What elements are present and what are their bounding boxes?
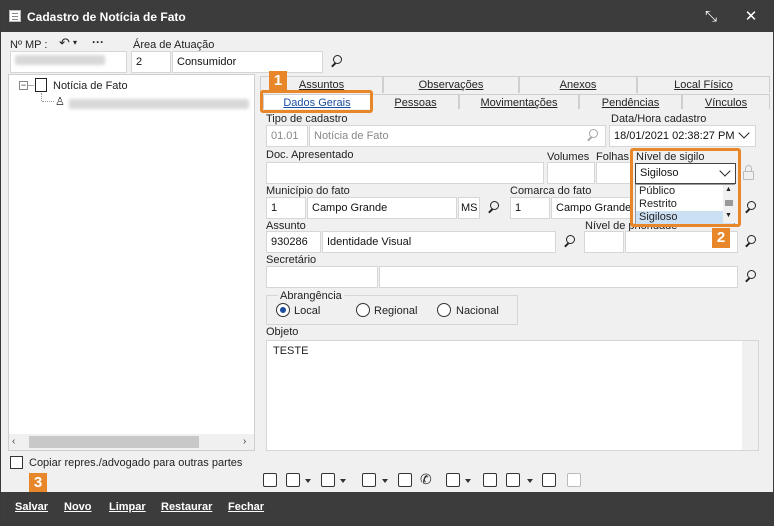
hierarchy-icon[interactable] <box>321 473 335 487</box>
copy-representative-checkbox[interactable] <box>10 456 23 469</box>
objeto-scrollbar[interactable] <box>742 341 758 450</box>
assunto-code[interactable]: 930286 <box>266 231 321 253</box>
copy-icon[interactable] <box>362 473 376 487</box>
search-icon[interactable] <box>485 200 501 216</box>
data-hora-field[interactable]: 18/01/2021 02:38:27 PM <box>609 125 756 147</box>
objeto-text: TESTE <box>273 345 309 357</box>
mp-label: Nº MP : <box>10 39 48 51</box>
tipo-cadastro-code: 01.01 <box>266 125 308 147</box>
area-label: Área de Atuação <box>133 39 215 51</box>
title-bar: Cadastro de Notícia de Fato ⤡ ✕ <box>1 1 773 32</box>
new-button[interactable]: Novo <box>64 501 92 513</box>
search-icon[interactable] <box>742 200 758 216</box>
prioridade-code[interactable] <box>584 231 624 253</box>
printer-icon[interactable] <box>483 473 497 487</box>
comarca-name[interactable]: Campo Grande <box>551 197 633 219</box>
objeto-label: Objeto <box>266 326 299 338</box>
tipo-cadastro-label: Tipo de cadastro <box>266 113 348 125</box>
person-icon: ♙ <box>55 96 65 108</box>
tree-panel: − Notícia de Fato ♙ <box>8 74 255 451</box>
step-badge-3: 3 <box>29 473 47 493</box>
search-icon[interactable] <box>328 54 344 70</box>
folhas-field[interactable] <box>596 162 631 184</box>
search-icon[interactable] <box>561 234 577 250</box>
chevron-down-icon[interactable] <box>382 479 388 483</box>
scroll-right-icon[interactable]: › <box>243 436 246 447</box>
radio-nacional-label: Nacional <box>456 305 499 317</box>
area-name-field[interactable]: Consumidor <box>172 51 323 73</box>
radio-regional[interactable] <box>356 303 370 317</box>
objeto-textarea[interactable]: TESTE <box>266 340 759 451</box>
comarca-code[interactable]: 1 <box>510 197 550 219</box>
assunto-name[interactable]: Identidade Visual <box>322 231 556 253</box>
radio-regional-label: Regional <box>374 305 418 317</box>
chevron-down-icon[interactable]: ▾ <box>73 38 77 47</box>
radio-nacional[interactable] <box>437 303 451 317</box>
close-button[interactable]: Fechar <box>228 501 264 513</box>
tab-anexos[interactable]: Anexos <box>519 76 637 93</box>
secretario-code[interactable] <box>266 266 378 288</box>
scroll-left-icon[interactable]: ‹ <box>12 436 15 447</box>
action-bar: Salvar Novo Limpar Restaurar Fechar <box>1 492 773 525</box>
secretario-label: Secretário <box>266 254 317 266</box>
municipio-code[interactable]: 1 <box>266 197 306 219</box>
copy-representative-label: Copiar repres./advogado para outras part… <box>29 457 243 469</box>
highlight-box-1 <box>260 90 373 113</box>
chevron-down-icon[interactable] <box>340 479 346 483</box>
mp-number-field[interactable] <box>10 51 127 73</box>
municipio-label: Município do fato <box>266 185 350 197</box>
tab-local-fisico[interactable]: Local Físico <box>637 76 770 93</box>
step-badge-1: 1 <box>269 71 287 91</box>
radio-local[interactable] <box>276 303 290 317</box>
search-icon[interactable] <box>742 269 758 285</box>
folder-icon[interactable] <box>286 473 300 487</box>
phone-icon[interactable]: ✆ <box>420 471 432 488</box>
tasks-icon[interactable] <box>542 473 556 487</box>
doc-apresentado-field[interactable] <box>266 162 544 184</box>
radio-local-label: Local <box>294 305 321 317</box>
save-button[interactable]: Salvar <box>15 501 48 513</box>
print-icon[interactable] <box>446 473 460 487</box>
collapse-icon[interactable]: − <box>19 81 28 90</box>
undo-icon[interactable]: ↶ <box>59 35 70 51</box>
add-document-icon[interactable] <box>263 473 277 487</box>
chevron-down-icon[interactable] <box>527 479 533 483</box>
calendar-icon[interactable] <box>506 473 520 487</box>
restore-button[interactable]: Restaurar <box>161 501 212 513</box>
abrangencia-label: Abrangência <box>278 290 344 302</box>
export-icon <box>567 473 581 487</box>
comarca-label: Comarca do fato <box>510 185 592 197</box>
chevron-down-icon[interactable] <box>465 479 471 483</box>
resize-icon[interactable]: ⤡ <box>691 1 731 32</box>
main-window: Cadastro de Notícia de Fato ⤡ ✕ Nº MP : … <box>0 0 774 526</box>
tree-horizontal-scrollbar[interactable]: ‹ › <box>9 434 254 450</box>
municipio-uf[interactable]: MS <box>458 197 480 219</box>
search-icon <box>584 128 600 144</box>
document-icon <box>35 78 47 92</box>
window-title: Cadastro de Notícia de Fato <box>27 10 186 24</box>
tree-root-label[interactable]: Notícia de Fato <box>53 80 128 92</box>
highlight-box-2 <box>630 148 741 227</box>
tipo-cadastro-name: Notícia de Fato <box>309 125 606 147</box>
secretario-name[interactable] <box>379 266 738 288</box>
step-badge-2: 2 <box>712 228 730 248</box>
more-icon[interactable]: ··· <box>92 35 104 49</box>
clear-button[interactable]: Limpar <box>109 501 146 513</box>
doc-apresentado-label: Doc. Apresentado <box>266 149 354 161</box>
volumes-field[interactable] <box>547 162 595 184</box>
data-hora-label: Data/Hora cadastro <box>611 113 707 125</box>
tab-observacoes[interactable]: Observações <box>383 76 519 93</box>
search-icon[interactable] <box>742 234 758 250</box>
tree-child-item[interactable] <box>69 99 249 112</box>
chevron-down-icon[interactable] <box>305 479 311 483</box>
close-window-button[interactable]: ✕ <box>731 1 771 32</box>
lock-icon <box>743 171 754 180</box>
duplicate-icon[interactable] <box>398 473 412 487</box>
municipio-name[interactable]: Campo Grande <box>307 197 457 219</box>
area-code-field[interactable]: 2 <box>131 51 171 73</box>
document-icon <box>9 10 21 22</box>
